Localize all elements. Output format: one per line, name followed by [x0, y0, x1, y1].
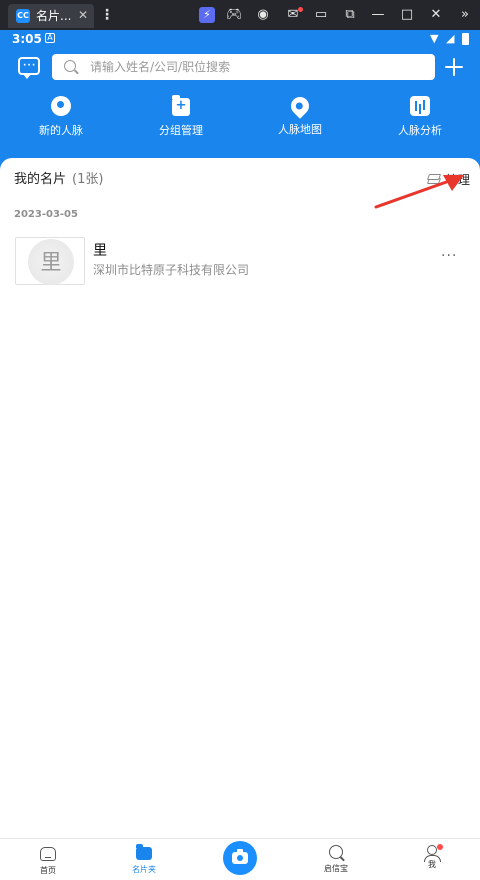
nav-home[interactable]: 首页 — [18, 844, 78, 878]
signal-icon: ◢ — [446, 32, 455, 45]
message-icon[interactable]: ··· — [18, 57, 40, 79]
status-bar: 3:05 A ▼ ◢ — [0, 30, 480, 48]
minimize-icon[interactable]: ▭ — [313, 7, 329, 23]
quick-label: 新的人脉 — [39, 124, 83, 137]
avatar: 里 — [28, 239, 74, 285]
group-manage-icon — [172, 95, 190, 116]
nav-card-folder[interactable]: 名片夹 — [114, 844, 174, 878]
search-input[interactable] — [90, 58, 420, 76]
notification-dot — [437, 844, 443, 850]
nav-label: 首页 — [40, 866, 56, 875]
my-cards-panel: 我的名片 (1张) 管理 2023-03-05 里 里 深圳市比特原子科技有限公… — [0, 158, 480, 838]
card-count: (1张) — [72, 172, 104, 187]
more-vertical-icon[interactable]: ⋮ — [100, 6, 114, 24]
window-maximize-icon[interactable]: □ — [399, 7, 415, 23]
gamepad-icon[interactable]: 🎮︎ — [226, 7, 243, 23]
nav-qixinbao[interactable]: 启信宝 — [306, 844, 366, 878]
add-icon[interactable] — [443, 56, 465, 78]
expand-icon[interactable]: » — [457, 7, 473, 23]
quick-new-contacts[interactable]: 新的人脉 — [13, 96, 109, 144]
app-screen: CC 名片... ✕ ⋮ ⚡ 🎮︎ ◉ ✉ ▭ ⧉ — □ ✕ » 3:05 A… — [0, 0, 480, 880]
nav-label: 名片夹 — [132, 865, 156, 874]
window-minimize-icon[interactable]: — — [370, 7, 386, 23]
user-icon — [424, 845, 441, 862]
quick-group-manage[interactable]: 分组管理 — [133, 95, 229, 144]
list-item[interactable]: 里 里 深圳市比特原子科技有限公司 ··· — [0, 232, 480, 288]
status-app-icon: A — [45, 33, 55, 43]
wifi-icon: ▼ — [430, 32, 439, 45]
emulator-tab[interactable]: CC 名片... ✕ — [8, 4, 94, 28]
mail-notification-dot — [298, 7, 303, 12]
nav-me[interactable]: 我 — [402, 844, 462, 878]
quick-label: 人脉分析 — [398, 124, 442, 137]
status-time: 3:05 — [12, 32, 42, 46]
app-header: ··· 新的人脉 分组管理 人脉地图 人脉分析 — [0, 48, 480, 176]
contacts-map-icon — [287, 93, 313, 119]
nav-label: 启信宝 — [324, 864, 348, 873]
account-icon[interactable]: ◉ — [255, 7, 271, 23]
new-contacts-icon — [51, 96, 71, 116]
battery-icon — [462, 33, 469, 45]
search-icon — [64, 60, 76, 72]
home-icon — [40, 847, 56, 861]
emulator-title-bar: CC 名片... ✕ ⋮ ⚡ 🎮︎ ◉ ✉ ▭ ⧉ — □ ✕ » — [0, 0, 480, 30]
quick-label: 分组管理 — [159, 124, 203, 137]
quick-label: 人脉地图 — [278, 123, 322, 136]
quick-contacts-map[interactable]: 人脉地图 — [252, 93, 348, 144]
tab-close-icon[interactable]: ✕ — [78, 7, 88, 23]
quick-contacts-analysis[interactable]: 人脉分析 — [372, 96, 468, 144]
card-company: 深圳市比特原子科技有限公司 — [93, 263, 250, 277]
boost-icon[interactable]: ⚡ — [199, 7, 215, 23]
camera-icon — [232, 849, 248, 864]
window-close-icon[interactable]: ✕ — [428, 7, 444, 23]
camera-button[interactable] — [223, 841, 257, 875]
contacts-analysis-icon — [410, 96, 430, 116]
search-icon — [329, 845, 343, 859]
section-title: 我的名片 — [14, 172, 67, 187]
annotation-arrow-icon — [374, 175, 464, 209]
date-label: 2023-03-05 — [14, 209, 78, 220]
card-name: 里 — [93, 243, 107, 259]
popout-icon[interactable]: ⧉ — [342, 7, 358, 23]
search-bar[interactable] — [52, 54, 435, 80]
card-folder-icon — [136, 844, 152, 860]
emulator-tab-title: 名片... — [36, 9, 72, 23]
card-thumbnail[interactable]: 里 — [15, 237, 85, 285]
more-horizontal-icon[interactable]: ··· — [441, 249, 457, 263]
app-logo-icon: CC — [16, 9, 30, 23]
